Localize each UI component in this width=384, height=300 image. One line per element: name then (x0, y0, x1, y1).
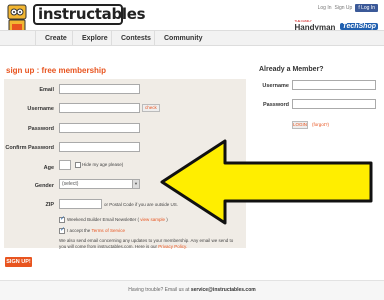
age-label: Age (43, 165, 54, 171)
signup-submit-button[interactable]: SIGN UP! (5, 257, 32, 267)
nav-explore[interactable]: Explore (72, 31, 117, 46)
gender-select[interactable]: (select) ▼ (59, 179, 140, 189)
username-input[interactable] (59, 103, 140, 113)
privacy-policy-link[interactable]: Privacy Policy. (158, 244, 187, 249)
login-link[interactable]: Log In (318, 5, 332, 11)
main-nav: Create Explore Contests Community (0, 30, 384, 46)
login-password-label: Password (263, 102, 289, 108)
password-label: Password (28, 126, 54, 132)
hide-age-label: Hide my age please) (82, 162, 124, 167)
check-username-button[interactable]: check (142, 104, 160, 112)
member-title: Already a Member? (259, 66, 324, 73)
email-input[interactable] (59, 84, 140, 94)
facebook-login-button[interactable]: f Log In (355, 4, 378, 12)
gender-selected-value: (select) (62, 181, 79, 187)
nav-create[interactable]: Create (35, 31, 76, 46)
nav-contests[interactable]: Contests (111, 31, 160, 46)
newsletter-checkbox[interactable] (59, 215, 65, 223)
username-label: Username (27, 106, 54, 112)
terms-checkbox[interactable] (59, 226, 65, 234)
terms-label: I accept the Terms of Service (67, 228, 125, 233)
gender-label: Gender (34, 183, 54, 189)
footer-text: Having trouble? Email us at service@inst… (0, 287, 384, 293)
facebook-login-label: Log In (361, 5, 375, 11)
terms-of-service-link[interactable]: Terms of Service (91, 228, 125, 233)
support-email-link[interactable]: service@instructables.com (191, 287, 256, 293)
login-username-label: Username (262, 83, 289, 89)
hide-age-checkbox[interactable] (75, 162, 81, 168)
terms-text: I accept the (67, 228, 91, 233)
signup-link[interactable]: Sign Up (335, 5, 353, 11)
login-password-input[interactable] (292, 99, 376, 109)
techshop-logo[interactable]: TechShop (340, 22, 378, 30)
signup-title: sign up : free membership (6, 66, 107, 75)
forgot-password-link[interactable]: (forgot?) (312, 122, 329, 127)
zip-input[interactable] (59, 199, 102, 209)
privacy-text: you will come from instructables.com. He… (59, 244, 158, 249)
yellow-arrow-icon (160, 139, 373, 225)
confirm-password-input[interactable] (59, 142, 140, 152)
zip-label: ZIP (45, 202, 54, 208)
site-header: instructables Log In Sign Up f Log In TH… (0, 0, 384, 45)
privacy-line-1: We also send email concerning any update… (59, 238, 234, 243)
privacy-line-2: you will come from instructables.com. He… (59, 244, 187, 249)
nav-community[interactable]: Community (154, 31, 212, 46)
account-links: Log In Sign Up f Log In (318, 4, 378, 12)
confirm-password-label: Confirm Password (5, 145, 54, 151)
newsletter-label: Weekend Builder Email Newsletter ( view … (67, 217, 168, 222)
login-username-input[interactable] (292, 80, 376, 90)
footer-prefix: Having trouble? Email us at (128, 287, 190, 293)
password-input[interactable] (59, 123, 140, 133)
age-input[interactable] (59, 160, 71, 170)
email-label: Email (39, 87, 54, 93)
chevron-down-icon: ▼ (132, 180, 139, 188)
newsletter-text: Weekend Builder Email Newsletter ( (67, 217, 139, 222)
site-footer: Having trouble? Email us at service@inst… (0, 280, 384, 300)
login-button[interactable]: LOGIN (292, 121, 308, 129)
site-logo[interactable]: instructables (33, 4, 146, 25)
